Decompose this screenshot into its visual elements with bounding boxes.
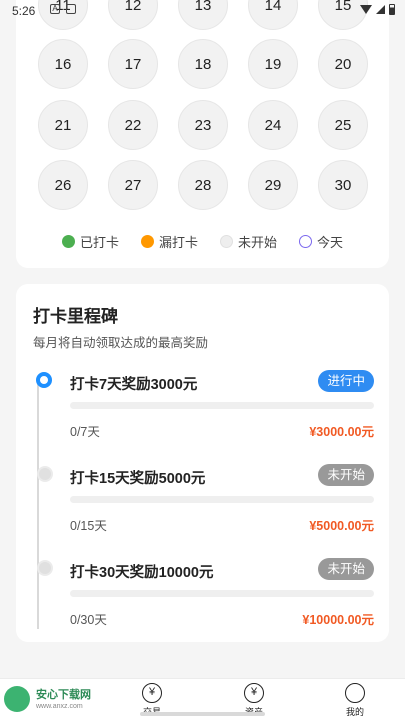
calendar-day[interactable]: 27 (108, 160, 158, 210)
calendar-day[interactable]: 18 (178, 39, 228, 89)
calendar-day[interactable]: 21 (38, 100, 88, 150)
calendar-legend: 已打卡 漏打卡 未开始 今天 (16, 232, 389, 251)
legend-checked-in: 已打卡 (61, 232, 119, 251)
wifi-icon (360, 5, 372, 14)
milestone-item-title: 打卡30天奖励10000元 (70, 565, 214, 581)
nav-label: 我的 (345, 707, 364, 717)
calendar-day[interactable]: 25 (318, 100, 368, 150)
calendar-day[interactable]: 30 (318, 160, 368, 210)
milestone-progress-text: 0/15天 (70, 519, 107, 533)
calendar-day[interactable]: 28 (178, 160, 228, 210)
milestone-item-title: 打卡7天奖励3000元 (70, 377, 198, 393)
battery-icon (389, 4, 395, 15)
milestone-item[interactable]: 打卡7天奖励3000元 进行中 0/7天 ¥3000.00元 (70, 370, 374, 450)
legend-dot-icon (61, 235, 75, 248)
calendar-card: 11 12 13 14 15 16 17 18 19 20 21 22 23 2… (16, 0, 389, 268)
legend-dot-icon (220, 235, 233, 248)
milestone-item[interactable]: 打卡30天奖励10000元 未开始 0/30天 ¥10000.00元 (70, 558, 374, 638)
font-notification-icon: A (50, 4, 60, 14)
status-bar: 5:26 A (0, 0, 405, 20)
legend-missed: 漏打卡 (140, 232, 198, 251)
legend-label: 已打卡 (79, 235, 119, 250)
milestone-reward: ¥3000.00元 (309, 425, 374, 439)
milestone-item[interactable]: 打卡15天奖励5000元 未开始 0/15天 ¥5000.00元 (70, 464, 374, 544)
milestone-title: 打卡里程碑 (33, 307, 118, 326)
yen-circle-icon: ¥ (142, 683, 162, 703)
legend-label: 今天 (317, 235, 344, 250)
status-badge: 未开始 (318, 558, 374, 580)
progress-track (70, 590, 374, 597)
watermark-brand: 安心下载网 (36, 689, 91, 701)
status-badge: 进行中 (318, 370, 374, 392)
screen-notification-icon (66, 4, 76, 14)
milestone-subtitle: 每月将自动领取达成的最高奖励 (33, 336, 209, 350)
calendar-day[interactable]: 29 (248, 160, 298, 210)
system-icons (360, 4, 395, 15)
watermark-url: www.anxz.com (36, 703, 83, 710)
calendar-day[interactable]: 19 (248, 39, 298, 89)
progress-track (70, 402, 374, 409)
legend-not-started: 未开始 (220, 232, 277, 251)
calendar-day[interactable]: 24 (248, 100, 298, 150)
yen-circle-icon: ¥ (244, 683, 264, 703)
milestone-reward: ¥5000.00元 (309, 519, 374, 533)
milestone-card: 打卡里程碑 每月将自动领取达成的最高奖励 打卡7天奖励3000元 进行中 0/7… (16, 284, 389, 642)
notification-icons: A (50, 4, 76, 14)
legend-label: 漏打卡 (158, 235, 198, 250)
calendar-day[interactable]: 23 (178, 100, 228, 150)
status-badge: 未开始 (318, 464, 374, 486)
milestone-node-inactive-icon (37, 466, 53, 482)
milestone-reward: ¥10000.00元 (302, 613, 374, 627)
calendar-day[interactable]: 17 (108, 39, 158, 89)
legend-dot-icon (140, 235, 154, 248)
milestone-timeline (37, 384, 39, 629)
watermark: 安心下载网 www.anxz.com (0, 682, 110, 718)
signal-icon (376, 5, 385, 14)
user-icon (345, 683, 365, 703)
milestone-progress-text: 0/7天 (70, 425, 100, 439)
nav-item-mine[interactable]: 我的 (325, 683, 385, 718)
calendar-day[interactable]: 22 (108, 100, 158, 150)
calendar-day[interactable]: 20 (318, 39, 368, 89)
calendar-day[interactable]: 26 (38, 160, 88, 210)
legend-label: 未开始 (238, 235, 278, 250)
milestone-node-inactive-icon (37, 560, 53, 576)
home-indicator (140, 712, 265, 716)
milestone-progress-text: 0/30天 (70, 613, 107, 627)
heart-logo-icon (4, 686, 30, 712)
milestone-node-active-icon (36, 372, 52, 388)
legend-today: 今天 (299, 232, 343, 251)
milestone-item-title: 打卡15天奖励5000元 (70, 471, 206, 487)
legend-dot-icon (299, 235, 313, 248)
progress-track (70, 496, 374, 503)
status-time: 5:26 (12, 4, 36, 18)
calendar-day[interactable]: 16 (38, 39, 88, 89)
